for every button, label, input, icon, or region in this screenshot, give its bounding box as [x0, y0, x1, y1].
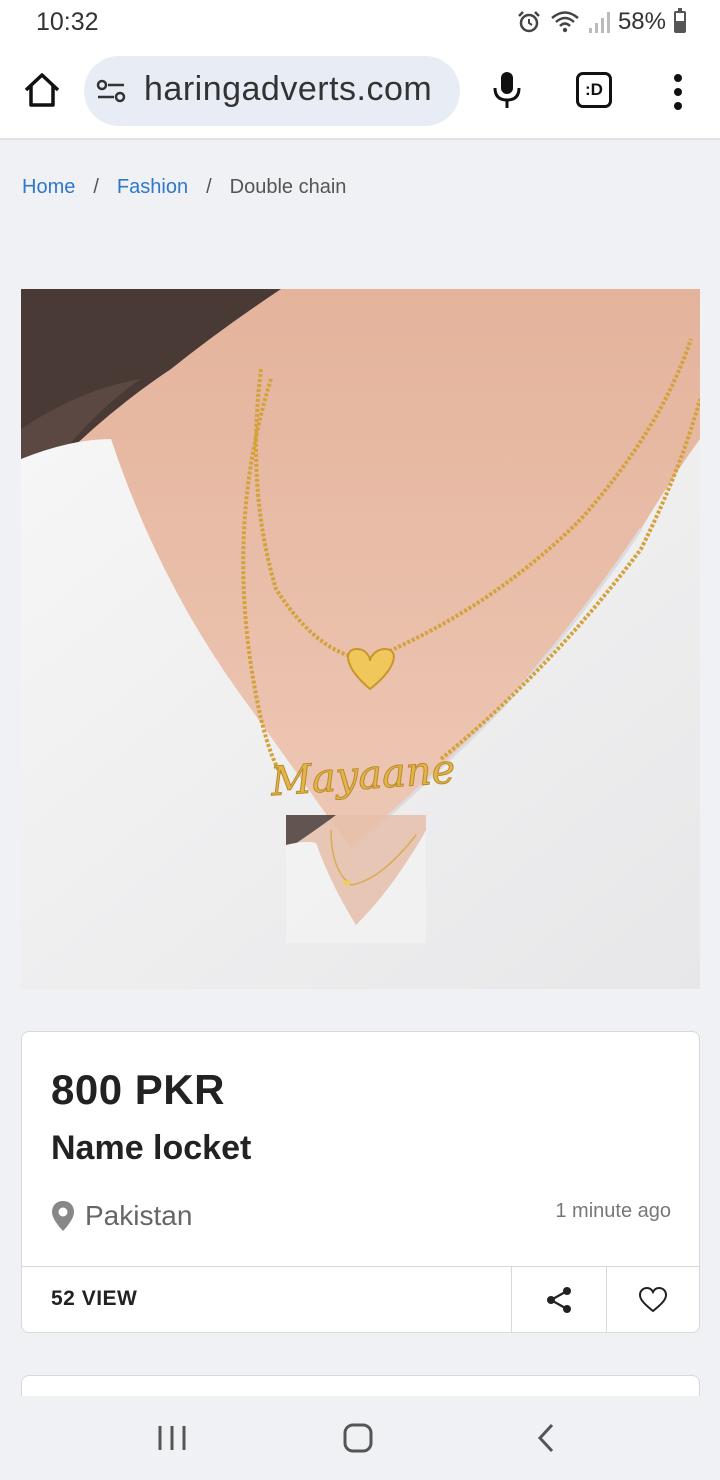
tune-icon[interactable] [96, 77, 126, 105]
system-nav-bar [0, 1396, 720, 1480]
battery-icon [674, 8, 686, 33]
posted-time: 1 minute ago [555, 1200, 671, 1222]
more-vert-icon[interactable] [664, 72, 692, 112]
recent-apps-icon[interactable] [156, 1424, 188, 1452]
breadcrumb-separator: / [206, 176, 212, 198]
signal-icon [588, 12, 610, 33]
url-text[interactable]: haringadverts.com [144, 70, 432, 109]
status-icons: 58% [516, 6, 686, 38]
back-icon[interactable] [534, 1422, 558, 1454]
mic-icon[interactable] [490, 70, 524, 110]
listing-price: 800 PKR [51, 1066, 225, 1113]
share-button[interactable] [511, 1267, 606, 1333]
battery-percent: 58% [617, 8, 666, 35]
location-text: Pakistan [85, 1200, 193, 1231]
location-pin-icon [52, 1201, 74, 1231]
listing-title: Name locket [51, 1129, 252, 1167]
wifi-icon [551, 11, 579, 33]
browser-toolbar: haringadverts.com :D [0, 44, 720, 140]
status-time: 10:32 [36, 8, 99, 36]
nav-home-icon[interactable] [342, 1422, 374, 1454]
product-image[interactable]: Mayaane [21, 289, 700, 989]
heart-icon [639, 1287, 667, 1313]
listing-location: Pakistan [51, 1200, 192, 1232]
breadcrumb-current: Double chain [229, 176, 347, 198]
favorite-button[interactable] [606, 1267, 699, 1333]
url-bar[interactable]: haringadverts.com [84, 56, 460, 126]
home-icon[interactable] [20, 68, 64, 112]
view-count: 52 VIEW [51, 1287, 138, 1310]
listing-footer: 52 VIEW [22, 1266, 699, 1333]
alarm-icon [518, 11, 540, 33]
image-thumbnail[interactable] [286, 815, 426, 943]
listing-card: 800 PKR Name locket Pakistan 1 minute ag… [21, 1031, 700, 1333]
breadcrumb: Home / Fashion / Double chain [22, 176, 346, 199]
breadcrumb-home[interactable]: Home [22, 176, 75, 199]
breadcrumb-separator: / [93, 176, 99, 198]
tab-switcher-button[interactable]: :D [576, 72, 612, 108]
status-bar: 10:32 58% [0, 0, 720, 44]
share-icon [547, 1287, 571, 1313]
breadcrumb-category[interactable]: Fashion [117, 176, 188, 199]
